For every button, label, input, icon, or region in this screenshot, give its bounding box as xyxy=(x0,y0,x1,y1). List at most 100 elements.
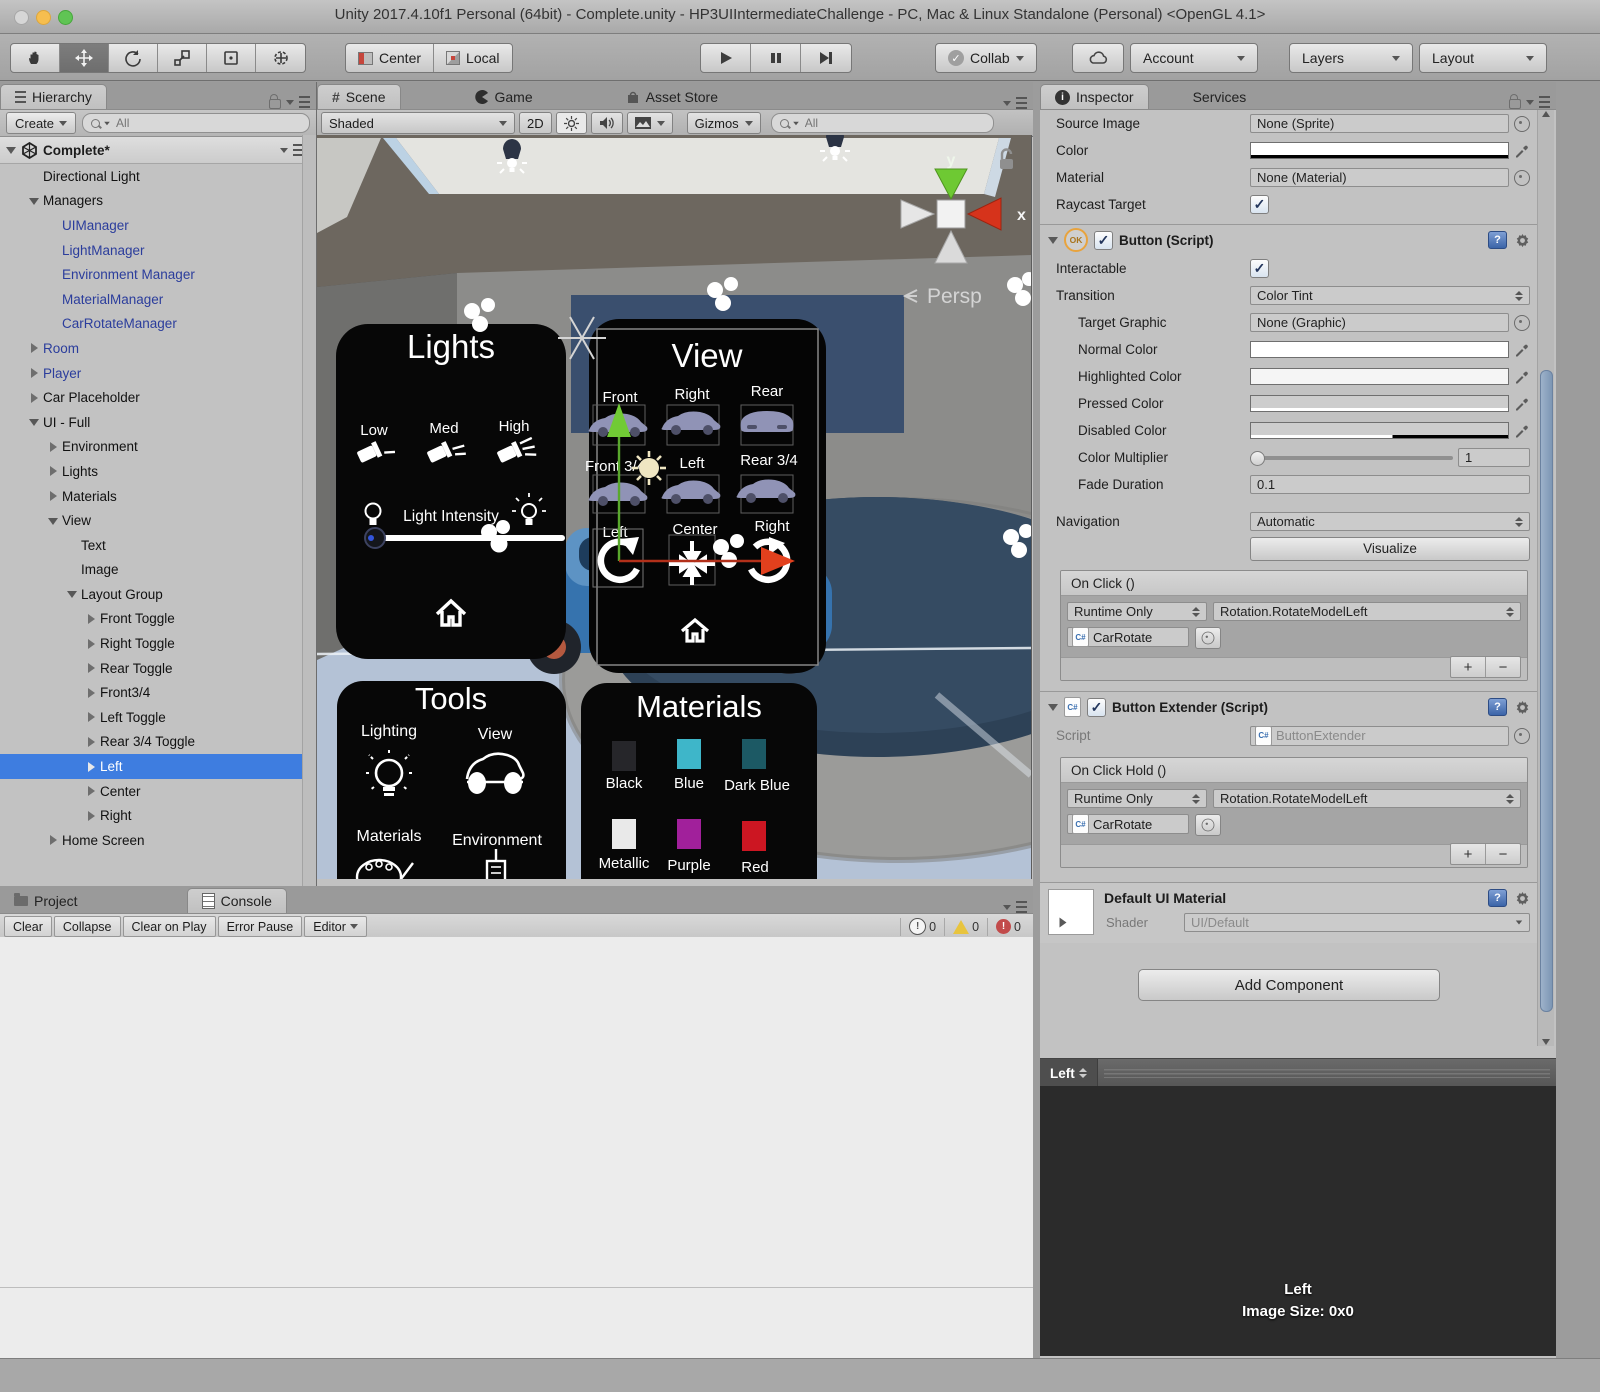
on-click-hold-function-dropdown[interactable]: Rotation.RotateModelLeft xyxy=(1213,789,1521,808)
hierarchy-item-right-toggle[interactable]: Right Toggle xyxy=(0,631,316,656)
button-extender-header[interactable]: C# ✓ Button Extender (Script) ? xyxy=(1040,691,1538,722)
view-right-button[interactable]: Right xyxy=(674,386,710,403)
error-pause-button[interactable]: Error Pause xyxy=(218,916,303,937)
normal-color-swatch[interactable] xyxy=(1250,341,1509,358)
remove-event-button[interactable]: − xyxy=(1486,657,1520,677)
eyedropper-icon[interactable] xyxy=(1514,423,1530,439)
disabled-color-swatch[interactable] xyxy=(1250,422,1509,439)
scene-viewport[interactable]: Lights Low Med High xyxy=(317,135,1032,879)
play-button[interactable] xyxy=(701,44,751,72)
lock-icon[interactable] xyxy=(269,99,281,109)
foldout-arrow-icon[interactable] xyxy=(29,393,39,403)
foldout-arrow-icon[interactable] xyxy=(48,491,58,501)
hierarchy-item-managers[interactable]: Managers xyxy=(0,189,316,214)
object-picker-button[interactable] xyxy=(1195,627,1221,649)
swatch-metallic[interactable] xyxy=(612,819,636,849)
scene-header-row[interactable]: Complete* xyxy=(0,137,316,164)
on-click-hold-target-field[interactable]: C# CarRotate xyxy=(1067,814,1189,834)
view-front-button[interactable]: Front xyxy=(602,389,638,406)
material-thumbnail[interactable] xyxy=(1048,889,1094,935)
info-count-toggle[interactable]: ! 0 xyxy=(900,918,944,936)
gear-icon[interactable] xyxy=(1515,233,1530,248)
panel-menu-icon[interactable] xyxy=(1016,901,1027,913)
help-icon[interactable]: ? xyxy=(1488,698,1507,716)
object-picker-icon[interactable] xyxy=(1514,170,1530,186)
clear-button[interactable]: Clear xyxy=(4,916,52,937)
foldout-arrow-icon[interactable] xyxy=(86,737,96,747)
target-graphic-field[interactable]: None (Graphic) xyxy=(1250,313,1509,332)
remove-event-button[interactable]: − xyxy=(1486,844,1520,864)
hierarchy-item-view[interactable]: View xyxy=(0,508,316,533)
on-click-hold-mode-dropdown[interactable]: Runtime Only xyxy=(1067,789,1207,808)
hierarchy-item-carrotatemanager[interactable]: CarRotateManager xyxy=(0,312,316,337)
warning-count-toggle[interactable]: 0 xyxy=(944,918,987,936)
hierarchy-item-left[interactable]: Left xyxy=(0,754,316,779)
add-component-button[interactable]: Add Component xyxy=(1138,969,1440,1001)
hierarchy-item-home-screen[interactable]: Home Screen xyxy=(0,828,316,853)
panel-menu-caret-icon[interactable] xyxy=(1003,101,1011,106)
scroll-up-icon[interactable] xyxy=(1542,111,1550,117)
sun-gizmo[interactable] xyxy=(632,451,666,485)
panel-menu-icon[interactable] xyxy=(299,96,310,108)
pause-button[interactable] xyxy=(751,44,801,72)
panel-menu-icon[interactable] xyxy=(1016,97,1027,109)
scene-search[interactable] xyxy=(771,113,994,133)
object-picker-icon[interactable] xyxy=(1514,315,1530,331)
layers-button[interactable]: Layers xyxy=(1290,44,1412,72)
hierarchy-item-center[interactable]: Center xyxy=(0,779,316,804)
rect-tool-button[interactable] xyxy=(207,44,256,72)
foldout-arrow-icon[interactable] xyxy=(1060,918,1067,928)
view-rear34-button[interactable]: Rear 3/4 xyxy=(740,452,798,469)
material-field[interactable]: None (Material) xyxy=(1250,168,1509,187)
2d-toggle-button[interactable]: 2D xyxy=(519,112,552,134)
light-intensity-slider[interactable] xyxy=(365,535,565,541)
component-enabled-checkbox[interactable]: ✓ xyxy=(1087,698,1106,717)
collapse-button[interactable]: Collapse xyxy=(54,916,121,937)
color-multiplier-field[interactable]: 1 xyxy=(1458,448,1530,467)
button-component-header[interactable]: OK ✓ Button (Script) ? xyxy=(1040,224,1538,255)
foldout-arrow-icon[interactable] xyxy=(86,688,96,698)
tools-environment-button[interactable]: Environment xyxy=(452,832,542,849)
collab-button[interactable]: ✓ Collab xyxy=(936,44,1036,72)
ui-panel-tools[interactable]: Tools Lighting View Materials Environm xyxy=(337,681,566,879)
swatch-dark-blue[interactable] xyxy=(742,739,766,769)
preview-tab[interactable]: Left xyxy=(1040,1059,1098,1087)
hierarchy-item-image[interactable]: Image xyxy=(0,558,316,583)
hierarchy-item-materials[interactable]: Materials xyxy=(0,484,316,509)
eyedropper-icon[interactable] xyxy=(1514,369,1530,385)
script-field[interactable]: C# ButtonExtender xyxy=(1250,726,1509,746)
foldout-arrow-icon[interactable] xyxy=(67,589,77,599)
tab-services[interactable]: Services xyxy=(1179,85,1261,109)
hierarchy-search-input[interactable] xyxy=(114,115,301,131)
foldout-arrow-icon[interactable] xyxy=(86,811,96,821)
foldout-arrow-icon[interactable] xyxy=(48,516,58,526)
interactable-checkbox[interactable]: ✓ xyxy=(1250,259,1269,278)
tools-view-button[interactable]: View xyxy=(478,726,513,743)
foldout-arrow-icon[interactable] xyxy=(48,835,58,845)
hierarchy-item-rear-3-4-toggle[interactable]: Rear 3/4 Toggle xyxy=(0,730,316,755)
lights-high-button[interactable]: High xyxy=(499,418,530,435)
hierarchy-item-layout-group[interactable]: Layout Group xyxy=(0,582,316,607)
gear-icon[interactable] xyxy=(1515,891,1530,906)
editor-dropdown[interactable]: Editor xyxy=(304,916,367,937)
console-splitter[interactable] xyxy=(0,1287,1033,1288)
tab-inspector[interactable]: i Inspector xyxy=(1040,84,1149,109)
foldout-arrow-icon[interactable] xyxy=(86,762,96,772)
lights-low-button[interactable]: Low xyxy=(360,422,388,439)
fade-duration-field[interactable]: 0.1 xyxy=(1250,475,1530,494)
hierarchy-item-lights[interactable]: Lights xyxy=(0,459,316,484)
foldout-arrow-icon[interactable] xyxy=(86,786,96,796)
hierarchy-item-front3-4[interactable]: Front3/4 xyxy=(0,680,316,705)
tab-project[interactable]: Project xyxy=(0,889,92,913)
hierarchy-item-room[interactable]: Room xyxy=(0,336,316,361)
foldout-arrow-icon[interactable] xyxy=(29,417,39,427)
on-click-target-field[interactable]: C# CarRotate xyxy=(1067,627,1189,647)
inspector-scrollbar[interactable] xyxy=(1537,110,1554,1046)
move-tool-button[interactable] xyxy=(60,44,109,72)
scale-tool-button[interactable] xyxy=(158,44,207,72)
foldout-arrow-icon[interactable] xyxy=(86,663,96,673)
tools-lighting-button[interactable]: Lighting xyxy=(361,723,417,740)
hierarchy-item-environment-manager[interactable]: Environment Manager xyxy=(0,262,316,287)
layout-button[interactable]: Layout xyxy=(1420,44,1546,72)
foldout-arrow-icon[interactable] xyxy=(86,614,96,624)
